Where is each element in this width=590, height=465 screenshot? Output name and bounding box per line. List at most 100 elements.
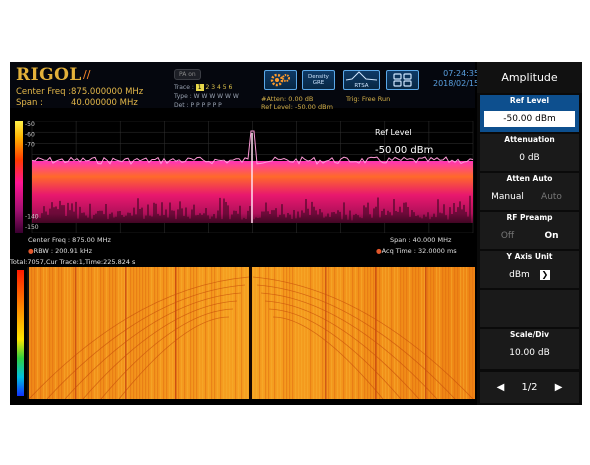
- waterfall-streak: [433, 267, 435, 399]
- waterfall-streak: [283, 267, 285, 399]
- waterfall-streak: [292, 267, 294, 399]
- chevron-right-icon: ❯: [539, 269, 550, 280]
- next-page-icon[interactable]: ▶: [555, 372, 563, 403]
- waterfall-streak: [451, 267, 453, 399]
- waterfall-streak: [112, 267, 114, 399]
- waterfall-streak: [445, 267, 447, 399]
- waterfall-center-line: [249, 267, 252, 399]
- waterfall-streak: [313, 267, 315, 399]
- waterfall-title: Total:7057,Cur Trace:1,Time:225.824 s: [10, 258, 136, 266]
- waterfall-streak: [244, 267, 246, 399]
- waterfall-streak: [319, 267, 321, 399]
- waterfall-streak: [211, 267, 213, 399]
- waterfall-streak: [343, 267, 345, 399]
- waterfall-streak: [259, 267, 261, 399]
- waterfall-streak: [361, 267, 363, 399]
- waterfall-streak: [334, 267, 336, 399]
- waterfall-streak: [409, 267, 411, 399]
- preamp-off-option[interactable]: Off: [486, 224, 530, 249]
- waterfall-streak: [277, 267, 279, 399]
- waterfall-streak: [139, 267, 141, 399]
- waterfall-streak: [226, 267, 228, 399]
- settings-gears-button[interactable]: [264, 70, 297, 90]
- waterfall-streak: [163, 267, 165, 399]
- waterfall-streak: [166, 267, 168, 399]
- waterfall-streak: [439, 267, 441, 399]
- ref-level-overlay-value: -50.00 dBm: [375, 145, 433, 156]
- waterfall-streak: [73, 267, 75, 399]
- y-axis-unit-softkey[interactable]: Y Axis Unit dBm ❯: [480, 251, 579, 288]
- y-tick-label: -140: [25, 214, 39, 221]
- waterfall-streak: [88, 267, 90, 399]
- waterfall-streak: [247, 267, 249, 399]
- atten-auto-softkey[interactable]: Atten Auto Manual Auto: [480, 173, 579, 210]
- waterfall-streak: [31, 267, 33, 399]
- analyzer-screen: RIGOL ∕∕ Center Freq :875.000000 MHz Spa…: [10, 62, 582, 405]
- span-readout: Span :40.000000 MHz: [16, 98, 138, 108]
- waterfall-streak: [262, 267, 264, 399]
- prev-page-icon[interactable]: ◀: [497, 372, 505, 403]
- waterfall-streak: [106, 267, 108, 399]
- waterfall-streak: [205, 267, 207, 399]
- waterfall-streak: [298, 267, 300, 399]
- waterfall-streak: [142, 267, 144, 399]
- density-button[interactable]: Density GRE: [302, 70, 335, 90]
- spectrum-span: Span : 40.000 MHz: [390, 236, 452, 244]
- ref-level-value-field[interactable]: -50.00 dBm: [484, 111, 575, 127]
- atten-auto-option[interactable]: Auto: [530, 185, 574, 210]
- waterfall-colorbar: [17, 270, 24, 396]
- waterfall-streak: [436, 267, 438, 399]
- waterfall-streak: [322, 267, 324, 399]
- pa-status-badge[interactable]: PA on: [174, 69, 201, 80]
- waterfall-streak: [217, 267, 219, 399]
- spectrum-display[interactable]: -50 -60 -70 -140 -150 Ref Level -50.00 dBm: [15, 120, 475, 234]
- waterfall-streak: [157, 267, 159, 399]
- attenuation-softkey[interactable]: Attenuation 0 dB: [480, 134, 579, 171]
- waterfall-streak: [286, 267, 288, 399]
- waterfall-streak: [223, 267, 225, 399]
- waterfall-streak: [172, 267, 174, 399]
- atten-manual-option[interactable]: Manual: [486, 185, 530, 210]
- waterfall-streak: [352, 267, 354, 399]
- y-tick-label: -60: [25, 131, 35, 138]
- rf-preamp-softkey[interactable]: RF Preamp Off On: [480, 212, 579, 249]
- waterfall-streak: [94, 267, 96, 399]
- rtsa-button[interactable]: RTSA: [343, 70, 380, 90]
- waterfall-streak: [52, 267, 54, 399]
- trigger-readout: Trig: Free Run: [346, 95, 391, 103]
- waterfall-streak: [64, 267, 66, 399]
- waterfall-streak: [130, 267, 132, 399]
- waterfall-dashed-line: [425, 267, 427, 399]
- y-tick-label: -150: [25, 224, 39, 231]
- waterfall-streak: [349, 267, 351, 399]
- softkey-menu: Amplitude Ref Level -50.00 dBm Attenuati…: [477, 62, 582, 405]
- waterfall-streak: [388, 267, 390, 399]
- preamp-on-option[interactable]: On: [530, 224, 574, 249]
- waterfall-streak: [184, 267, 186, 399]
- waterfall-streak: [289, 267, 291, 399]
- waterfall-streak: [61, 267, 63, 399]
- waterfall-streak: [253, 267, 255, 399]
- layout-button[interactable]: [386, 70, 419, 90]
- rigol-logo: RIGOL: [16, 65, 82, 85]
- waterfall-streak: [115, 267, 117, 399]
- waterfall-dashed-line: [325, 267, 327, 399]
- waterfall-streak: [370, 267, 372, 399]
- scale-div-softkey[interactable]: Scale/Div 10.00 dB: [480, 329, 579, 369]
- waterfall-streak: [367, 267, 369, 399]
- waterfall-streak: [202, 267, 204, 399]
- atten-readout: #Atten: 0.00 dB Ref Level: -50.00 dBm: [261, 95, 333, 111]
- waterfall-streak: [469, 267, 471, 399]
- waterfall-streak: [364, 267, 366, 399]
- waterfall-streak: [457, 267, 459, 399]
- waterfall-display[interactable]: [15, 267, 475, 400]
- ref-level-softkey[interactable]: Ref Level -50.00 dBm: [480, 95, 579, 132]
- spectrum-acq-time: ●Acq Time : 32.0000 ms: [376, 247, 457, 255]
- waterfall-streak: [358, 267, 360, 399]
- waterfall-streak: [58, 267, 60, 399]
- waterfall-streak: [430, 267, 432, 399]
- waterfall-streak: [460, 267, 462, 399]
- waterfall-streak: [415, 267, 417, 399]
- waterfall-streak: [472, 267, 474, 399]
- page-indicator: 1/2: [521, 382, 538, 393]
